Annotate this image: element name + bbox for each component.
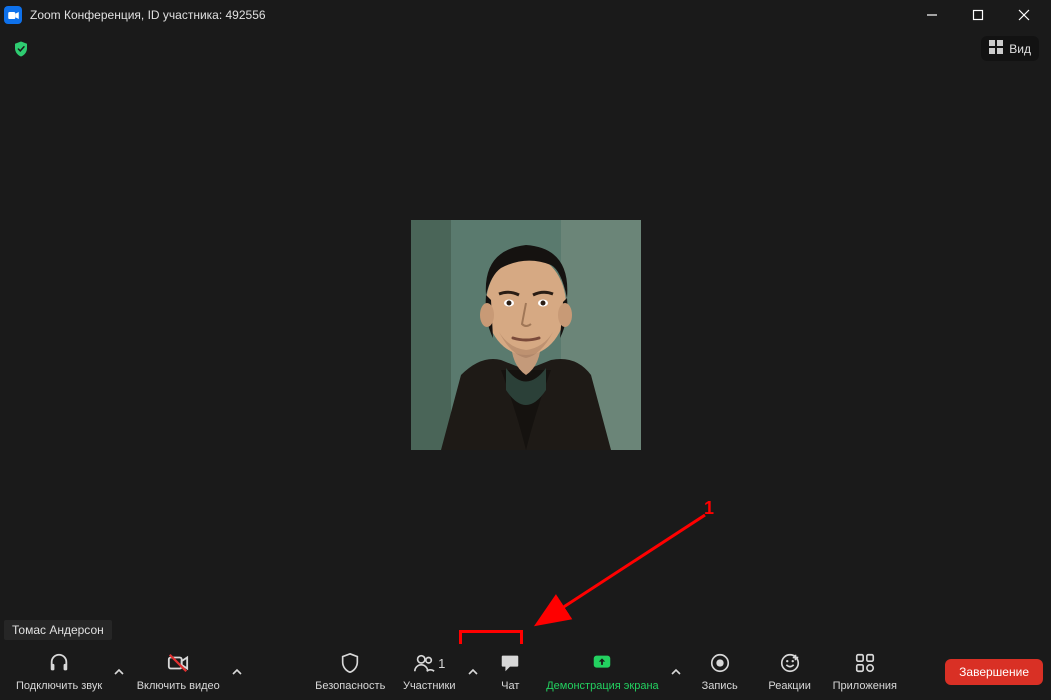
video-area: [0, 30, 1051, 640]
audio-label: Подключить звук: [16, 680, 102, 692]
shield-icon: [339, 652, 361, 677]
participant-avatar: [411, 220, 641, 450]
chat-label: Чат: [501, 680, 519, 692]
close-button[interactable]: [1001, 0, 1047, 30]
participants-button[interactable]: 1 Участники: [394, 646, 464, 698]
titlebar: Zoom Конференция, ID участника: 492556: [0, 0, 1051, 30]
share-screen-icon: [591, 652, 613, 677]
window-title: Zoom Конференция, ID участника: 492556: [30, 8, 266, 22]
chat-icon: [499, 652, 521, 677]
record-button[interactable]: Запись: [685, 646, 755, 698]
share-label: Демонстрация экрана: [546, 680, 658, 692]
security-button[interactable]: Безопасность: [306, 646, 394, 698]
record-icon: [709, 652, 731, 677]
video-off-icon: [167, 652, 189, 677]
share-menu-button[interactable]: [667, 646, 685, 698]
share-screen-button[interactable]: Демонстрация экрана: [538, 646, 666, 698]
start-video-button[interactable]: Включить видео: [128, 646, 228, 698]
participants-label: Участники: [403, 680, 456, 692]
apps-label: Приложения: [833, 680, 897, 692]
zoom-logo-icon: [4, 6, 22, 24]
bottom-toolbar: Подключить звук Включить видео Безопасно…: [0, 644, 1051, 700]
record-label: Запись: [702, 680, 738, 692]
connect-audio-button[interactable]: Подключить звук: [8, 646, 110, 698]
participants-menu-button[interactable]: [464, 646, 482, 698]
minimize-button[interactable]: [909, 0, 955, 30]
end-meeting-button[interactable]: Завершение: [945, 659, 1043, 685]
participants-count: 1: [438, 656, 445, 671]
reactions-button[interactable]: Реакции: [755, 646, 825, 698]
video-menu-button[interactable]: [228, 646, 246, 698]
audio-menu-button[interactable]: [110, 646, 128, 698]
maximize-button[interactable]: [955, 0, 1001, 30]
reactions-label: Реакции: [768, 680, 811, 692]
video-label: Включить видео: [137, 680, 220, 692]
apps-icon: [854, 652, 876, 677]
security-label: Безопасность: [315, 680, 385, 692]
reactions-icon: [779, 652, 801, 677]
participants-icon: [413, 652, 435, 677]
chat-button[interactable]: Чат: [482, 646, 538, 698]
apps-button[interactable]: Приложения: [825, 646, 905, 698]
headphones-icon: [48, 652, 70, 677]
participant-name-label: Томас Андерсон: [4, 620, 112, 640]
